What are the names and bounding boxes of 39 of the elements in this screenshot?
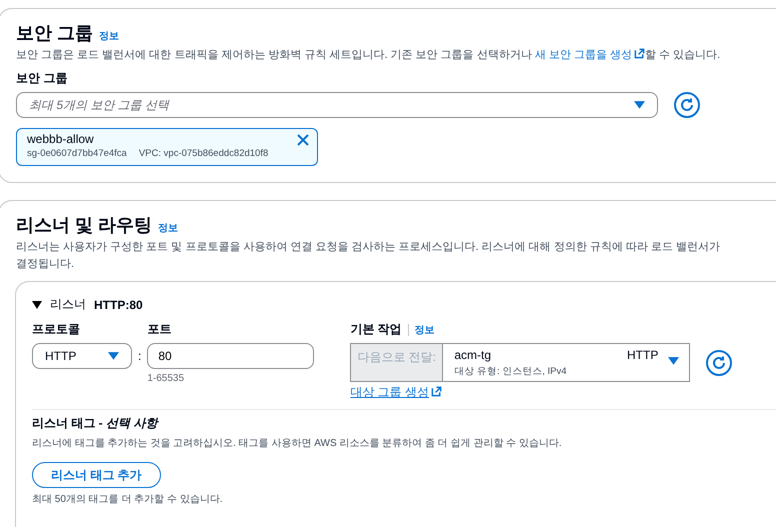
section-description: 보안 그룹은 로드 밸런서에 대한 트래픽을 제어하는 방화벽 규칙 세트입니다. 기존 보안 그룹을 선택하거나 새 보안 그룹을 생성 할 수 있습니다. bbox=[16, 47, 722, 62]
section-title: 리스너 및 라우팅 bbox=[16, 214, 152, 237]
listener-name: HTTP:80 bbox=[94, 298, 143, 312]
info-link[interactable]: 정보 bbox=[99, 29, 120, 43]
info-link[interactable]: 정보 bbox=[414, 322, 435, 336]
token-name: webbb-allow bbox=[27, 132, 94, 146]
port-field[interactable]: 80 bbox=[147, 343, 314, 369]
refresh-icon bbox=[711, 354, 728, 370]
field-label: 포트 bbox=[147, 321, 172, 338]
default-action-select[interactable]: 다음으로 전달: acm-tg HTTP 대상 유형: 인스턴스, IPv4 bbox=[350, 343, 690, 382]
expand-icon[interactable] bbox=[32, 300, 42, 308]
token-id: sg-0e0607d7bb47e4fca bbox=[27, 148, 127, 159]
external-link-icon bbox=[634, 48, 646, 59]
refresh-button[interactable] bbox=[674, 92, 700, 118]
info-link[interactable]: 정보 bbox=[158, 221, 178, 235]
field-label: 프로토콜 bbox=[32, 321, 81, 338]
token-vpc: VPC: vpc-075b86eddc82d10f8 bbox=[138, 148, 268, 159]
tags-hint: 최대 50개의 태그를 더 추가할 수 있습니다. bbox=[32, 493, 224, 506]
field-label: 기본 작업 bbox=[350, 321, 402, 338]
create-target-group-link[interactable]: 대상 그룹 생성 bbox=[350, 384, 732, 401]
section-description: 리스너는 사용자가 구성한 포트 및 프로토콜을 사용하여 연결 요청을 검사하는 프로세스입니다. 리스너에 대해 정의한 규칙에 따라 로드 밸런서가 bbox=[16, 240, 722, 254]
section-description: 결정됩니다. bbox=[16, 257, 76, 271]
refresh-icon bbox=[679, 97, 695, 113]
add-tag-button[interactable]: 리스너 태그 추가 bbox=[32, 462, 161, 488]
refresh-button[interactable] bbox=[706, 350, 732, 376]
port-hint: 1-65535 bbox=[147, 373, 186, 384]
caret-icon bbox=[634, 100, 645, 110]
field-label: 보안 그룹 bbox=[16, 70, 68, 87]
tags-title: 리스너 태그 - 선택 사항 bbox=[32, 415, 160, 432]
caret-icon bbox=[108, 352, 119, 360]
security-group-select[interactable]: 최대 5개의 보안 그룹 선택 bbox=[16, 92, 658, 118]
external-link-icon bbox=[431, 386, 442, 397]
protocol-select[interactable]: HTTP bbox=[32, 343, 132, 369]
caret-icon bbox=[668, 357, 680, 366]
tags-description: 리스너에 태그를 추가하는 것을 고려하십시오. 태그를 사용하면 AWS 리소스를 분류하여 좀 더 쉽게 관리할 수 있습니다. bbox=[32, 437, 563, 450]
separator-text: : bbox=[138, 349, 142, 363]
create-security-group-link[interactable]: 새 보안 그룹을 생성 bbox=[534, 49, 646, 61]
section-title: 보안 그룹 bbox=[16, 22, 94, 45]
listener-label: 리스너 bbox=[50, 296, 86, 313]
